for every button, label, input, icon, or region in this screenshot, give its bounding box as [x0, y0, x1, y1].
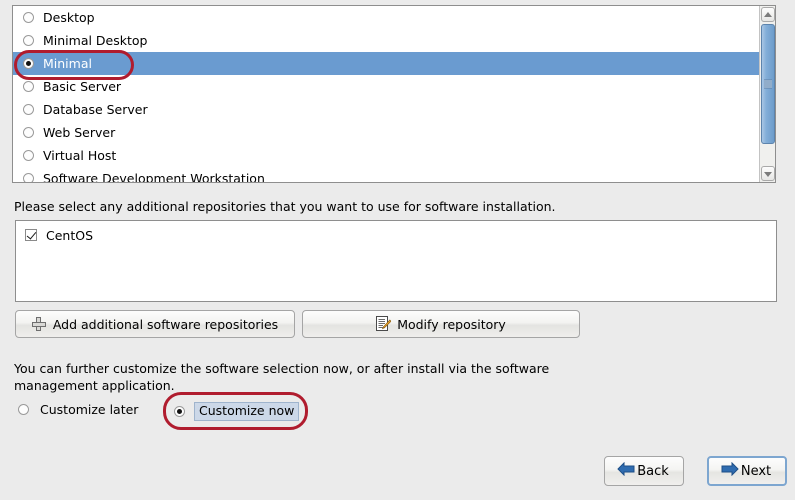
next-button[interactable]: Next: [707, 456, 787, 486]
back-button-label: Back: [637, 463, 669, 479]
list-item[interactable]: CentOS: [16, 224, 776, 246]
customize-description: You can further customize the software s…: [14, 361, 550, 393]
list-item-label: Minimal: [43, 55, 92, 71]
arrow-left-icon: [617, 461, 635, 480]
add-repository-button-label: Add additional software repositories: [52, 316, 279, 332]
list-item-label: Virtual Host: [43, 147, 117, 163]
chevron-down-icon: [764, 171, 772, 177]
list-item-label: Desktop: [43, 9, 95, 25]
radio-minimal-desktop[interactable]: [23, 35, 34, 46]
list-item-label: Database Server: [43, 101, 148, 117]
software-group-list[interactable]: Desktop Minimal Desktop Minimal Basic Se…: [12, 5, 776, 183]
list-item[interactable]: Virtual Host: [13, 144, 759, 167]
modify-repository-button[interactable]: Modify repository: [302, 310, 580, 338]
list-item[interactable]: Software Development Workstation: [13, 167, 759, 182]
list-item[interactable]: Web Server: [13, 121, 759, 144]
customize-now-label: Customize now: [194, 402, 300, 421]
radio-desktop[interactable]: [23, 12, 34, 23]
list-item[interactable]: Database Server: [13, 98, 759, 121]
repositories-list[interactable]: CentOS: [15, 220, 777, 302]
list-item-label: Minimal Desktop: [43, 32, 148, 48]
customize-later-label: Customize later: [40, 402, 139, 417]
radio-minimal[interactable]: [23, 58, 34, 69]
software-group-list-viewport[interactable]: Desktop Minimal Desktop Minimal Basic Se…: [13, 6, 759, 182]
plus-icon: [31, 317, 46, 331]
repositories-prompt: Please select any additional repositorie…: [14, 199, 556, 214]
scrollbar-grip-icon: [764, 79, 772, 89]
list-item-label: CentOS: [46, 227, 94, 243]
back-button[interactable]: Back: [604, 456, 684, 486]
arrow-right-icon: [721, 461, 739, 480]
radio-virtual-host[interactable]: [23, 150, 34, 161]
list-item-label: Web Server: [43, 124, 116, 140]
radio-database-server[interactable]: [23, 104, 34, 115]
add-repository-button[interactable]: Add additional software repositories: [15, 310, 295, 338]
list-item[interactable]: Minimal Desktop: [13, 29, 759, 52]
customize-later-option[interactable]: Customize later: [18, 402, 138, 417]
scroll-down-button[interactable]: [761, 166, 775, 181]
scrollbar-thumb[interactable]: [761, 24, 775, 144]
list-item-selected[interactable]: Minimal: [13, 52, 759, 75]
radio-customize-later[interactable]: [18, 404, 29, 415]
list-item-label: Software Development Workstation: [43, 170, 265, 182]
edit-document-icon: [376, 316, 392, 332]
radio-software-development-workstation[interactable]: [23, 173, 34, 182]
chevron-up-icon: [764, 11, 772, 17]
list-item[interactable]: Desktop: [13, 6, 759, 29]
customize-now-option[interactable]: Customize now: [174, 402, 300, 421]
next-button-label: Next: [740, 463, 772, 479]
list-item[interactable]: Basic Server: [13, 75, 759, 98]
radio-customize-now[interactable]: [174, 406, 185, 417]
modify-repository-button-label: Modify repository: [397, 316, 506, 332]
vertical-scrollbar[interactable]: [759, 6, 775, 182]
checkbox-centos[interactable]: [25, 229, 37, 241]
radio-web-server[interactable]: [23, 127, 34, 138]
radio-basic-server[interactable]: [23, 81, 34, 92]
scroll-up-button[interactable]: [761, 7, 775, 22]
list-item-label: Basic Server: [43, 78, 122, 94]
